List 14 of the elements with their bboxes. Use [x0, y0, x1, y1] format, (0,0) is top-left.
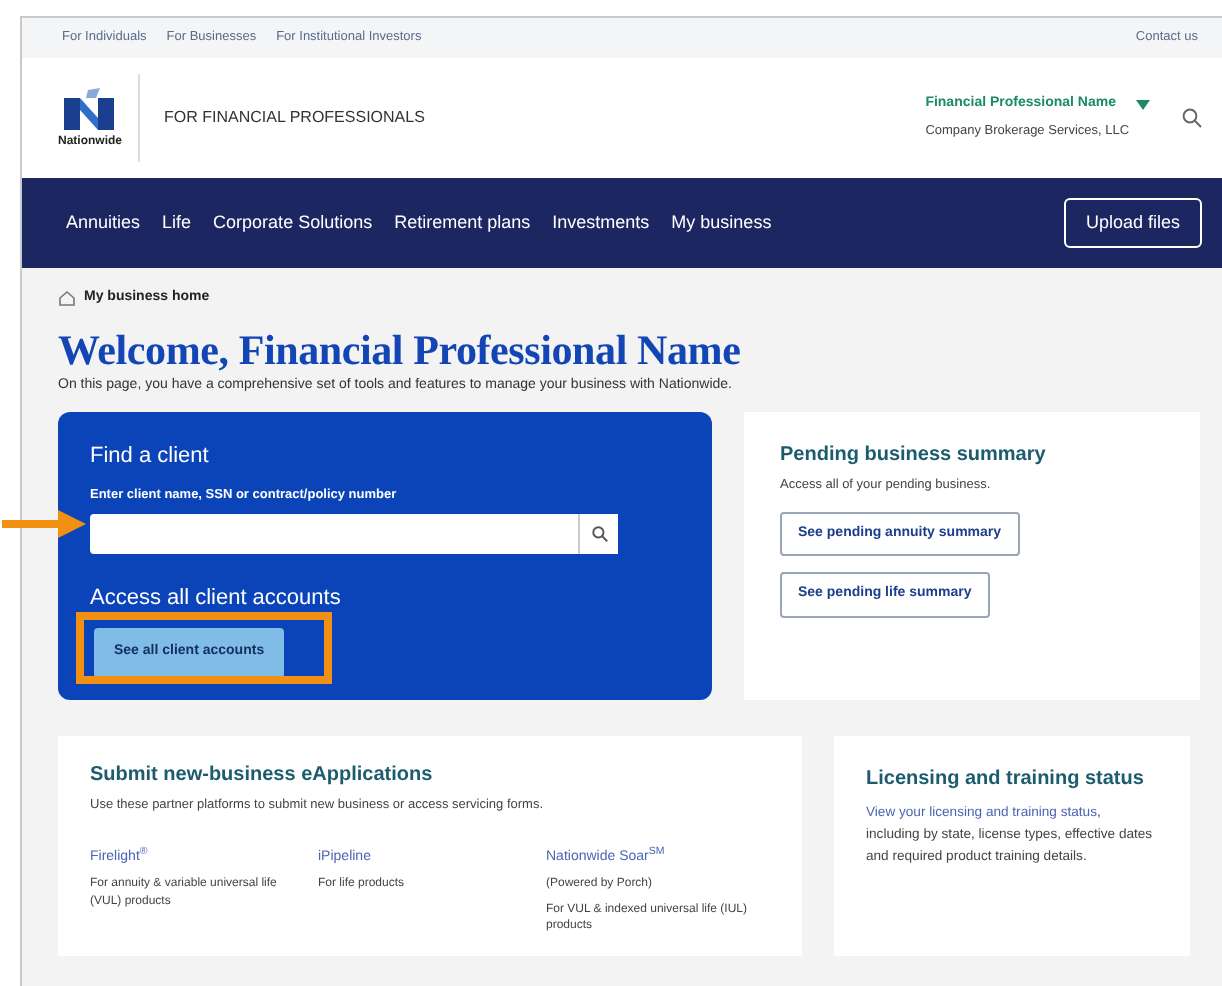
card-title: Submit new-business eApplications [90, 764, 435, 789]
nav-link[interactable]: Investments [552, 209, 650, 237]
card-title: Licensing and training status [866, 766, 1146, 795]
nav-link[interactable]: Retirement plans [394, 209, 531, 237]
upload-files-button[interactable]: Upload files [1063, 197, 1202, 249]
card-subtitle: Access all client accounts [90, 586, 343, 613]
nav-link[interactable]: Annuities [66, 209, 141, 237]
card-title: Pending business summary [780, 444, 1048, 469]
nav-link[interactable]: Life [162, 209, 192, 237]
page-title: Welcome, Financial Professional Name [58, 325, 743, 376]
site-tagline: FOR FINANCIAL PROFESSIONALS [164, 106, 425, 130]
card-title: Find a client [90, 444, 211, 471]
nav-link[interactable]: Corporate Solutions [213, 209, 373, 237]
nav-link[interactable]: My business [671, 209, 772, 237]
